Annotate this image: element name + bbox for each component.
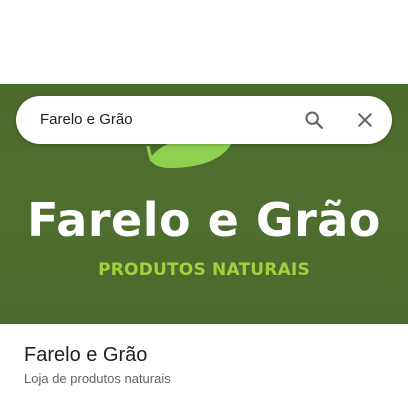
clear-search-button[interactable] [349,104,381,136]
search-bar[interactable]: Farelo e Grão [16,96,392,144]
search-icon [305,111,323,129]
banner-brand-name: Farelo e Grão [27,193,381,247]
place-category: Loja de produtos naturais [24,371,171,386]
search-input[interactable]: Farelo e Grão [40,96,280,144]
banner-tagline: PRODUTOS NATURAIS [98,260,310,280]
place-screen: Farelo e Grão PRODUTOS NATURAIS Farelo e… [0,0,408,408]
close-icon [358,113,372,127]
search-button[interactable] [298,104,330,136]
place-info-panel[interactable]: Farelo e Grão Loja de produtos naturais [0,324,408,408]
place-title: Farelo e Grão [24,344,148,366]
